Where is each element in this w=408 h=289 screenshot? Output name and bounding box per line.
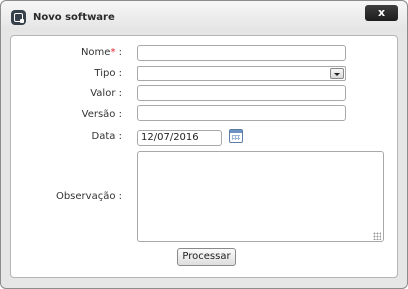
valor-label-text: Valor bbox=[90, 88, 116, 99]
processar-button[interactable]: Processar bbox=[177, 248, 236, 266]
tipo-label-text: Tipo bbox=[94, 68, 116, 79]
versao-colon: : bbox=[118, 109, 122, 120]
required-marker: * bbox=[110, 47, 116, 58]
versao-input[interactable] bbox=[137, 105, 346, 121]
close-button[interactable]: x bbox=[365, 5, 398, 21]
dialog-title: Novo software bbox=[33, 12, 115, 23]
chevron-down-icon[interactable] bbox=[330, 68, 344, 79]
valor-label: Valor : bbox=[90, 88, 122, 99]
nome-input[interactable] bbox=[137, 45, 346, 61]
observacao-label: Observação : bbox=[56, 191, 122, 202]
versao-label: Versão : bbox=[82, 109, 122, 120]
data-label-text: Data bbox=[91, 131, 116, 142]
observacao-textarea[interactable] bbox=[137, 151, 384, 242]
new-software-dialog: Novo software x Nome* : Tipo : Valor : V… bbox=[0, 0, 408, 289]
observacao-colon: : bbox=[118, 191, 122, 202]
nome-colon: : bbox=[118, 47, 122, 58]
data-label: Data : bbox=[92, 131, 122, 142]
tipo-colon: : bbox=[118, 68, 122, 79]
form-panel: Nome* : Tipo : Valor : Versão : Data : 1… bbox=[10, 35, 398, 278]
app-logo-icon bbox=[11, 10, 26, 25]
nome-label: Nome* : bbox=[81, 47, 122, 58]
versao-label-text: Versão bbox=[81, 109, 116, 120]
observacao-label-text: Observação bbox=[55, 191, 116, 202]
calendar-icon[interactable] bbox=[229, 129, 243, 143]
valor-colon: : bbox=[118, 88, 122, 99]
data-input[interactable]: 12/07/2016 bbox=[137, 130, 222, 146]
data-colon: : bbox=[118, 131, 122, 142]
resize-grip-icon[interactable] bbox=[373, 232, 381, 240]
tipo-select[interactable] bbox=[137, 66, 346, 81]
tipo-label: Tipo : bbox=[94, 68, 122, 79]
nome-label-text: Nome bbox=[80, 47, 111, 58]
dialog-titlebar: Novo software x bbox=[1, 1, 407, 31]
valor-input[interactable] bbox=[137, 85, 346, 101]
